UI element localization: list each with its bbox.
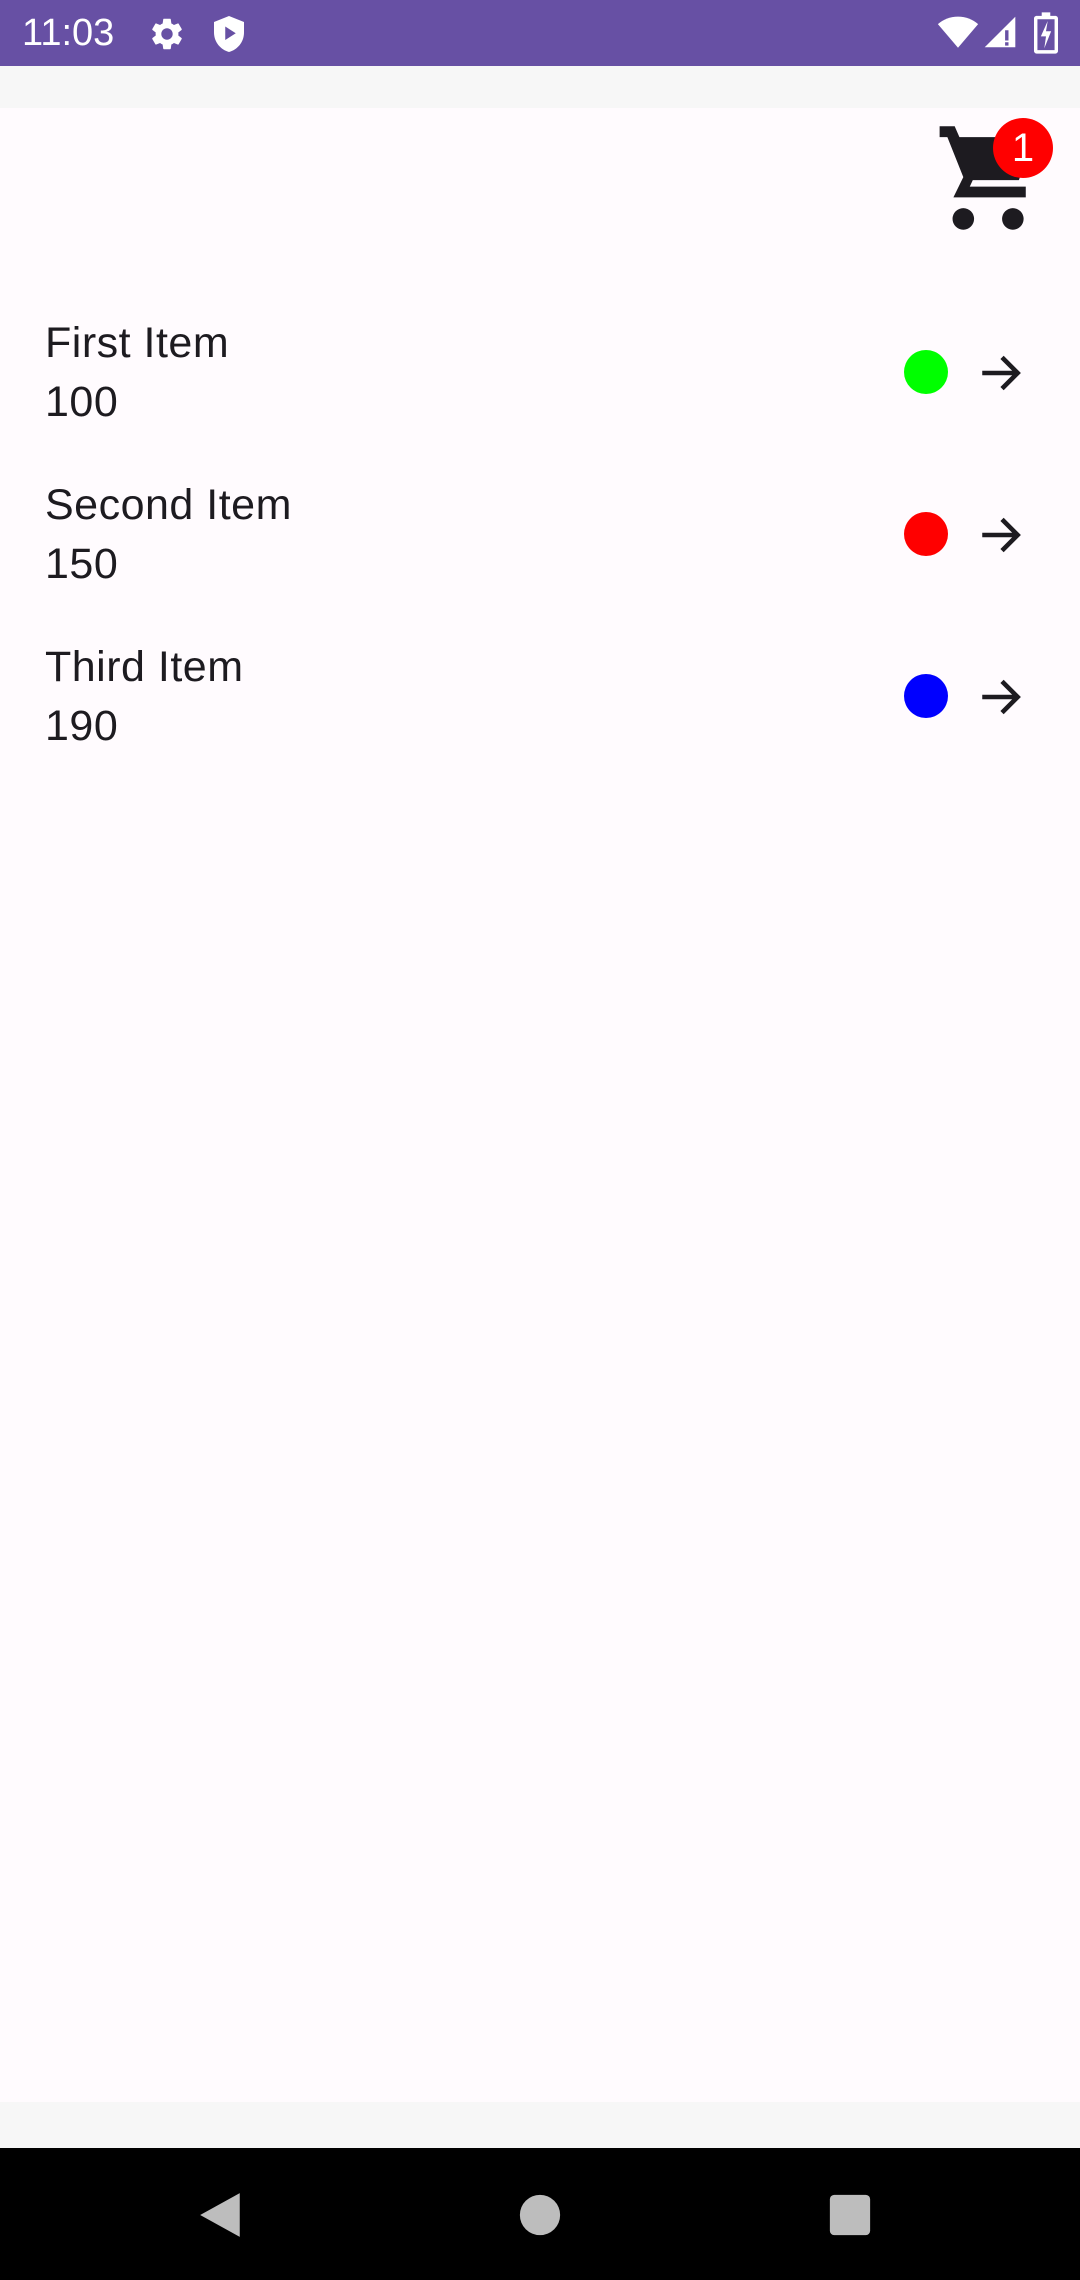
cellular-signal-icon (983, 14, 1017, 50)
list-item-third[interactable]: Third Item 190 (0, 624, 1080, 786)
status-time: 11:03 (22, 12, 115, 54)
cart-button[interactable]: 1 (930, 112, 1060, 242)
status-bar: 11:03 (0, 0, 1080, 66)
item-price: 150 (45, 540, 119, 588)
recents-square-icon[interactable] (829, 2194, 871, 2241)
list-item-first[interactable]: First Item 100 (0, 300, 1080, 462)
arrow-forward-icon[interactable] (976, 348, 1026, 403)
color-indicator-dot (904, 674, 948, 718)
arrow-forward-icon[interactable] (976, 510, 1026, 565)
back-triangle-icon[interactable] (196, 2190, 246, 2245)
system-navigation-bar (0, 2148, 1080, 2280)
wifi-icon (937, 14, 979, 50)
list-item-second[interactable]: Second Item 150 (0, 462, 1080, 624)
shield-icon (211, 14, 247, 54)
color-indicator-dot (904, 512, 948, 556)
item-name: Second Item (45, 481, 292, 529)
bottom-divider-strip (0, 2102, 1080, 2148)
settings-gear-icon (148, 15, 186, 53)
item-price: 190 (45, 702, 119, 750)
item-name: Third Item (45, 643, 244, 691)
home-circle-icon[interactable] (519, 2194, 561, 2241)
color-indicator-dot (904, 350, 948, 394)
item-price: 100 (45, 378, 119, 426)
cart-count-badge: 1 (993, 118, 1053, 178)
app-screen: 11:03 1 First Item 100 Second Item 150 T… (0, 0, 1080, 2280)
top-divider-strip (0, 66, 1080, 108)
arrow-forward-icon[interactable] (976, 672, 1026, 727)
item-name: First Item (45, 319, 230, 367)
battery-charging-icon (1034, 12, 1058, 54)
